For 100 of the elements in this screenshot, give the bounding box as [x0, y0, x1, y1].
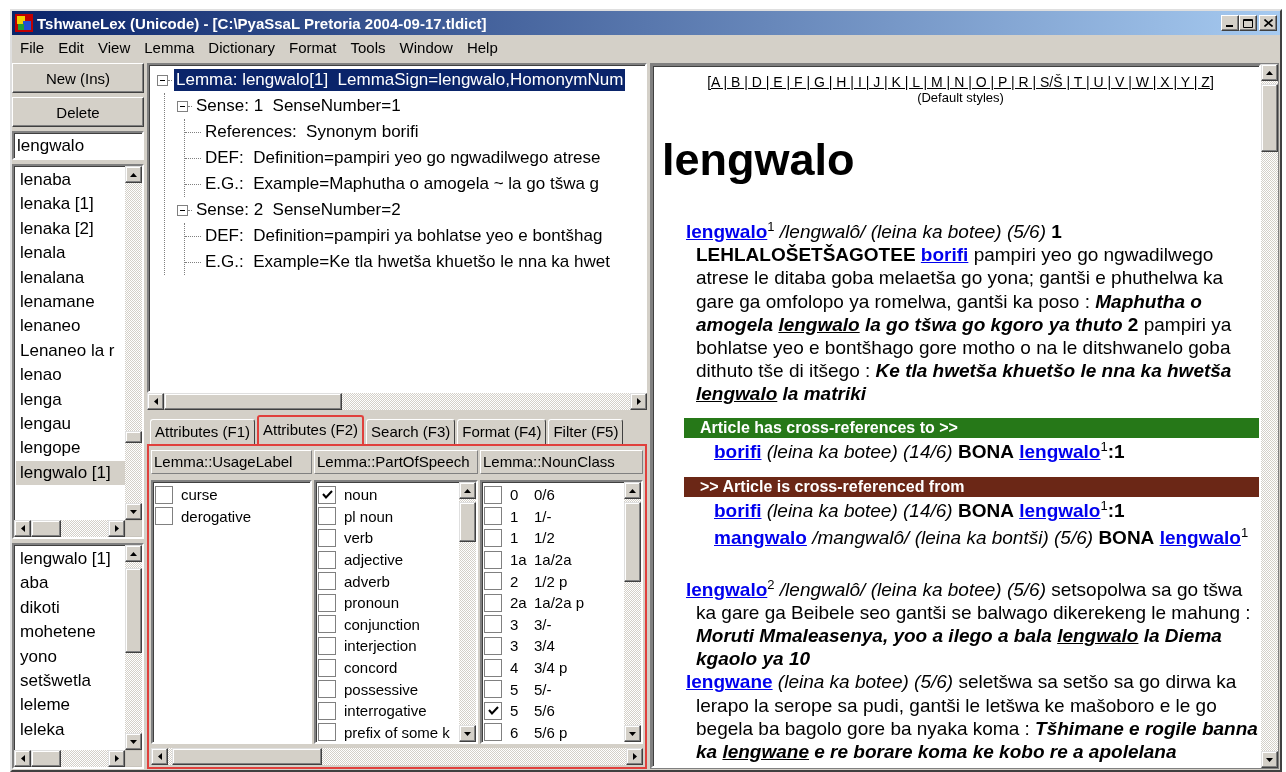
class-code: 2a: [510, 594, 528, 612]
class-label: 1a/2a p: [534, 594, 585, 612]
column-header: Lemma::PartOfSpeech: [314, 450, 478, 474]
list-item[interactable]: aba: [16, 571, 125, 596]
list-item[interactable]: Lenaneo la r: [16, 338, 125, 364]
checkbox-label: pl noun: [344, 507, 394, 525]
tree-node[interactable]: E.G.: Example=Ke tla hwetša khuetšo le nna ka hwet: [203, 251, 612, 273]
tree-node[interactable]: DEF: Definition=pampiri yeo go ngwadilwego atrese: [203, 147, 603, 169]
tab[interactable]: Filter (F5): [548, 419, 624, 444]
menu-item[interactable]: Window: [393, 39, 461, 56]
checkbox-label: verb: [344, 529, 374, 547]
checkbox-label: possessive: [344, 680, 419, 698]
list-item[interactable]: leleme: [16, 693, 125, 718]
list-item[interactable]: lenaka [2]: [16, 216, 125, 242]
entry-link[interactable]: lengwalo: [1019, 440, 1101, 462]
list-item[interactable]: leleka: [16, 717, 125, 743]
entry-link[interactable]: lengwalo: [686, 221, 768, 242]
cross-reference: borifi (leina ka botee) (14/6) BONA lengwalo$^{1}$:1: [714, 437, 1126, 464]
entry-link[interactable]: borifi: [714, 440, 762, 462]
cross-reference: borifi (leina ka botee) (14/6) BONA lengwalo$^{1}$:1: [714, 496, 1126, 523]
list-item[interactable]: lengau: [16, 412, 125, 437]
tab[interactable]: Format (F4): [457, 419, 547, 444]
entry-link[interactable]: lengwalo: [1159, 526, 1241, 548]
class-code: 5: [510, 680, 520, 698]
menu-item[interactable]: Format: [283, 39, 345, 56]
class-label: 1/2 p: [534, 572, 568, 590]
menu-item[interactable]: Edit: [52, 39, 93, 56]
checkbox-label: concord: [344, 659, 398, 677]
column-header: Lemma::NounClass: [480, 450, 643, 474]
list-item[interactable]: lenga: [16, 387, 125, 413]
checkbox-label: pronoun: [344, 594, 400, 612]
list-item[interactable]: yono: [16, 644, 125, 670]
list-item[interactable]: lenaka [1]: [16, 192, 125, 217]
class-code: 5: [510, 702, 520, 720]
tree-node[interactable]: E.G.: Example=Maphutha o amogela ~ la go tšwa g: [203, 173, 602, 195]
entry-link[interactable]: borifi: [714, 499, 762, 521]
checkbox-label: interjection: [344, 637, 417, 655]
tab[interactable]: Attributes (F2): [257, 415, 365, 445]
tree-node[interactable]: Sense: 1 SenseNumber=1: [194, 95, 403, 117]
action-button[interactable]: Delete: [12, 97, 144, 127]
class-label: 3/4: [534, 637, 555, 655]
class-label: 1/-: [534, 507, 552, 525]
headword: lengwalo: [662, 134, 855, 185]
class-label: 3/4 p: [534, 659, 568, 677]
window-title: TshwaneLex (Unicode) - [C:\PyaSsaL Pretoria 2004-09-17.tldict]: [37, 14, 488, 32]
class-label: 1/2: [534, 529, 555, 547]
class-code: 1a: [510, 551, 528, 569]
menu-item[interactable]: Dictionary: [202, 39, 283, 56]
class-label: 3/-: [534, 615, 552, 633]
menu-item[interactable]: View: [92, 39, 139, 56]
tab[interactable]: Attributes (F1): [150, 419, 256, 444]
checkbox-label: curse: [181, 486, 218, 504]
tree-node[interactable]: Lemma: lengwalo[1] LemmaSign=lengwalo,HomonymNum: [174, 69, 626, 91]
entry-link[interactable]: lengwalo: [686, 578, 768, 600]
class-label: 5/-: [534, 680, 552, 698]
checkbox-label: adverb: [344, 572, 390, 590]
entry-text: lengwane (leina ka botee) (5/6) seletšwa sa setšo sa go dirwa ka lerapo la serope sa pudi, gantši le letšwa ke mašoboro e le go begela ba bagolo gore ba nyaka koma : Tšhimane e rogile banna ka lengwane e re borare koma ke kobo re a apolelana: [686, 670, 1259, 764]
tree-node[interactable]: Sense: 2 SenseNumber=2: [194, 199, 403, 221]
entry-link[interactable]: mangwalo: [714, 526, 807, 548]
tab[interactable]: Search (F3): [366, 419, 456, 444]
list-item[interactable]: lengwalo [1]: [16, 547, 125, 572]
list-item[interactable]: lengope: [16, 436, 125, 461]
tree-node[interactable]: References: Synonym borifi: [203, 121, 421, 143]
action-button[interactable]: New (Ins): [12, 63, 144, 93]
list-item[interactable]: lenalana: [16, 265, 125, 291]
menu-item[interactable]: Help: [460, 39, 506, 56]
search-field[interactable]: lengwalo: [12, 131, 144, 160]
checkbox-label: noun: [344, 486, 378, 504]
checkbox-label: adjective: [344, 551, 404, 569]
entry-link[interactable]: lengwane: [686, 671, 773, 693]
entry-link[interactable]: borifi: [920, 244, 969, 266]
class-code: 3: [510, 637, 520, 655]
list-item[interactable]: lenamane: [16, 290, 125, 315]
section-banner: >> Article is cross-referenced from: [684, 476, 1259, 497]
alphabet-index[interactable]: [A | B | D | E | F | G | H | I | J | K | L | M | N | O | P | R | S/Š | T | U | V | W | X | Y | Z]: [707, 74, 1214, 90]
list-item[interactable]: mohetene: [16, 620, 125, 645]
styles-note: (Default styles): [917, 90, 1004, 105]
list-item[interactable]: lenala: [16, 241, 125, 266]
list-item[interactable]: lengwalo [1]: [16, 460, 125, 486]
list-item[interactable]: lenaneo: [16, 314, 125, 339]
class-label: 1a/2a: [534, 551, 572, 569]
class-code: 2: [510, 572, 520, 590]
menu-item[interactable]: Lemma: [138, 39, 203, 56]
class-code: 6: [510, 723, 520, 741]
menu-item[interactable]: File: [14, 39, 53, 56]
tree-node[interactable]: DEF: Definition=pampiri ya bohlatse yeo e bontšhag: [203, 225, 605, 247]
checkbox-label: conjunction: [344, 615, 420, 633]
checkbox-label: prefix of some k: [344, 723, 450, 741]
list-item[interactable]: dikoti: [16, 595, 125, 621]
checkbox-label: interrogative: [344, 702, 427, 720]
menu-item[interactable]: Tools: [344, 39, 394, 56]
class-code: 4: [510, 659, 520, 677]
checkbox-label: derogative: [181, 507, 252, 525]
list-item[interactable]: lenao: [16, 363, 125, 388]
list-item[interactable]: setšwetla: [16, 669, 125, 694]
cross-reference: mangwalo /mangwalô/ (leina ka bontši) (5/6) BONA lengwalo$^{1}$: [714, 523, 1250, 550]
class-label: 5/6 p: [534, 723, 568, 741]
entry-link[interactable]: lengwalo: [1019, 499, 1101, 521]
class-label: 5/6: [534, 702, 555, 720]
list-item[interactable]: lenaba: [16, 168, 125, 193]
